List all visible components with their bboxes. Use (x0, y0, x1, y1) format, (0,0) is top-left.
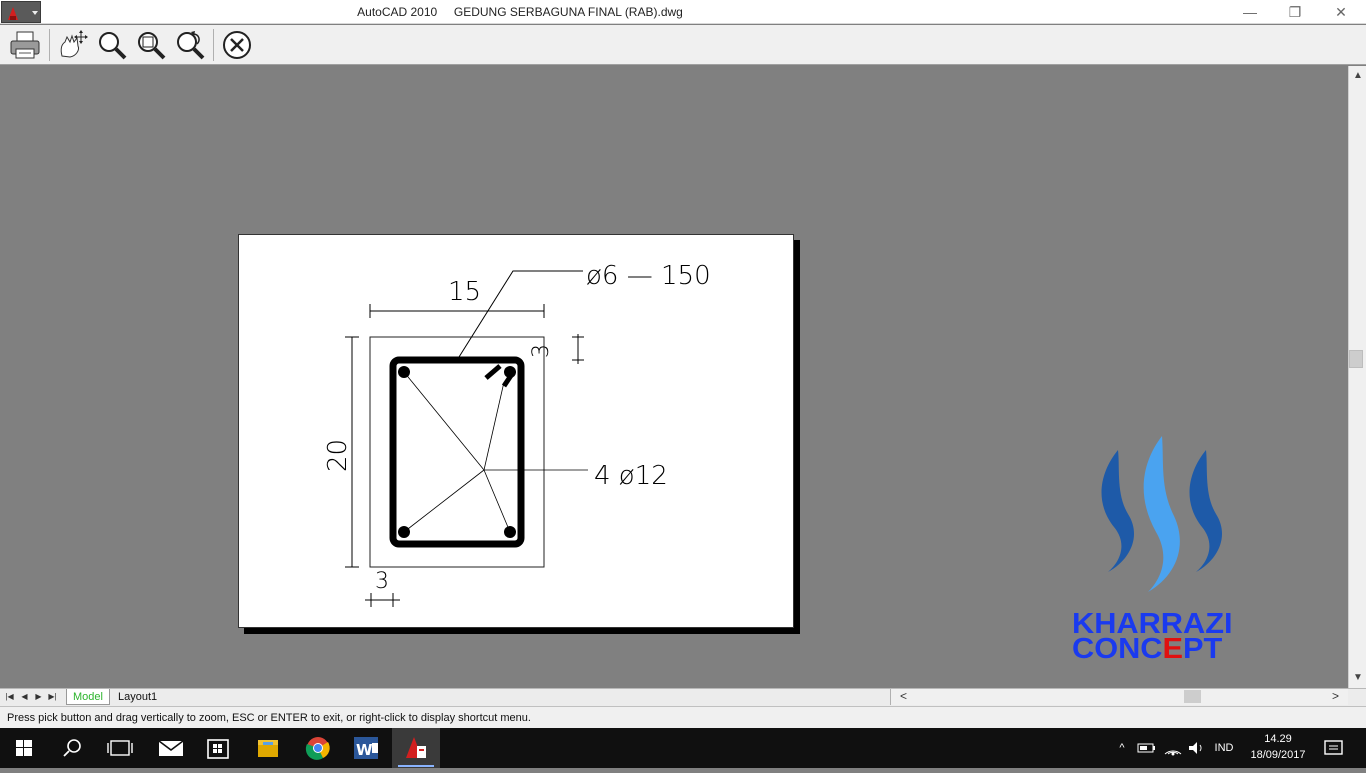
language-indicator[interactable]: IND (1208, 728, 1240, 768)
watermark-line2: CONCEPT (1072, 635, 1316, 664)
tab-model[interactable]: Model (66, 689, 110, 705)
next-tab-icon[interactable]: ▶ (32, 690, 45, 703)
title-bar: AutoCAD 2010 GEDUNG SERBAGUNA FINAL (RAB… (0, 0, 1366, 24)
search-icon[interactable] (48, 728, 96, 768)
watermark-line2-a: CONC (1072, 633, 1163, 665)
mail-icon[interactable] (146, 728, 194, 768)
exit-button[interactable] (220, 28, 254, 62)
close-window-icon: ✕ (1335, 4, 1347, 20)
wifi-icon[interactable] (1162, 740, 1184, 756)
notifications-icon[interactable] (1322, 738, 1346, 760)
horizontal-scroll-thumb[interactable] (1184, 690, 1201, 703)
watermark-line2-c: PT (1183, 633, 1223, 665)
zoom-previous-button[interactable] (173, 28, 207, 62)
show-hidden-icons-icon[interactable]: ^ (1112, 728, 1132, 768)
top-cover-dimension (572, 334, 584, 364)
stirrup-hook (484, 364, 502, 380)
scroll-down-icon[interactable]: ▼ (1349, 672, 1366, 683)
column-section-drawing: 15 20 3 3 ø6 — 150 4 ø12 (323, 261, 711, 607)
last-tab-icon[interactable]: ▶| (46, 690, 59, 703)
svg-text:W: W (356, 741, 373, 759)
steem-logo-icon (1101, 436, 1223, 592)
printer-icon (10, 31, 40, 59)
close-icon (223, 31, 251, 59)
store-icon[interactable] (194, 728, 242, 768)
chrome-icon[interactable] (294, 728, 342, 768)
zoom-realtime-button[interactable] (95, 28, 129, 62)
dim-width-text: 15 (448, 277, 481, 307)
prev-tab-icon[interactable]: ◀ (18, 690, 31, 703)
rebar-leaders (403, 371, 588, 533)
volume-icon[interactable] (1186, 740, 1208, 756)
stirrup-label: ø6 — 150 (586, 261, 711, 291)
minimize-icon: — (1243, 4, 1257, 20)
rebar (504, 366, 516, 378)
toolbar-separator (49, 29, 50, 61)
toolbar-separator (213, 29, 214, 61)
vertical-scroll-thumb[interactable] (1349, 350, 1363, 368)
rebar-label: 4 ø12 (594, 461, 668, 491)
watermark-line2-b: E (1162, 633, 1184, 665)
scroll-up-icon[interactable]: ▲ (1349, 70, 1366, 81)
app-name: AutoCAD 2010 (357, 5, 438, 19)
clock-date: 18/09/2017 (1250, 749, 1306, 761)
watermark-text: KHARRAZI CONCEPT (1072, 610, 1316, 664)
word-icon[interactable]: W (342, 728, 390, 768)
close-window-button[interactable]: ✕ (1318, 0, 1364, 24)
zoom-pan-toolbar (0, 25, 1366, 65)
clock[interactable]: 14.29 18/09/2017 (1240, 731, 1316, 763)
restore-icon: ❐ (1288, 4, 1302, 20)
first-tab-icon[interactable]: |◀ (3, 690, 16, 703)
restore-button[interactable]: ❐ (1272, 0, 1318, 24)
stirrup (389, 356, 525, 548)
scroll-left-icon[interactable]: < (900, 689, 907, 703)
dim-height-text: 20 (323, 439, 353, 472)
zoom-window-button[interactable] (134, 28, 168, 62)
vertical-scrollbar[interactable]: ▲ ▼ (1348, 66, 1366, 688)
minimize-button[interactable]: — (1227, 0, 1273, 24)
command-line[interactable]: Press pick button and drag vertically to… (0, 706, 1366, 728)
command-prompt-text: Press pick button and drag vertically to… (7, 712, 531, 724)
clock-time: 14.29 (1264, 733, 1292, 745)
pan-button[interactable] (56, 28, 90, 62)
autocad-taskbar-item[interactable] (392, 728, 440, 768)
plot-button[interactable] (8, 28, 42, 62)
task-view-icon[interactable] (96, 728, 144, 768)
dim-cover-bottom-text: 3 (375, 569, 389, 594)
file-explorer-icon[interactable] (244, 728, 292, 768)
horizontal-scrollbar[interactable]: < > (890, 689, 1348, 705)
dim-cover-top-text: 3 (529, 344, 554, 358)
zoom-window-icon (138, 32, 166, 60)
zoom-previous-icon (177, 31, 205, 60)
tab-layout1[interactable]: Layout1 (112, 689, 163, 705)
file-name: GEDUNG SERBAGUNA FINAL (RAB).dwg (453, 5, 683, 19)
bottom-cover-dimension (365, 593, 400, 607)
zoomed-paper-area: 15 20 3 3 ø6 — 150 4 ø12 (238, 234, 794, 628)
battery-icon[interactable] (1136, 740, 1158, 756)
start-icon[interactable] (0, 728, 48, 768)
pan-icon (60, 30, 88, 58)
window-title: AutoCAD 2010 GEDUNG SERBAGUNA FINAL (RAB… (0, 0, 1040, 24)
autocad-icon (398, 737, 434, 767)
zoom-icon (99, 32, 127, 60)
scroll-right-icon[interactable]: > (1332, 689, 1339, 703)
